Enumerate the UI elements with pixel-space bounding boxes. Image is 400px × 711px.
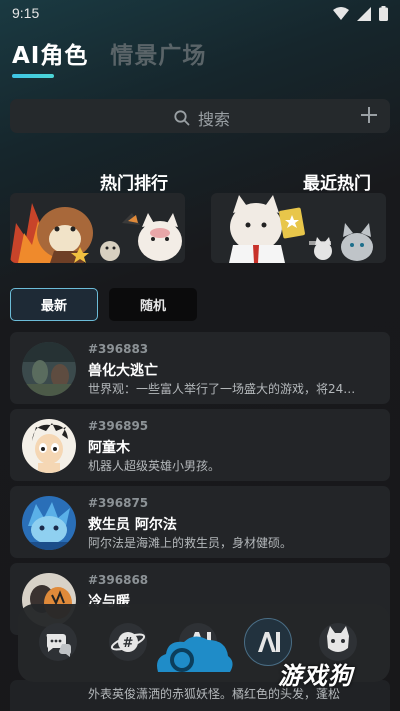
nav-topic-button[interactable]: # xyxy=(104,618,152,666)
search-icon xyxy=(174,110,190,126)
wifi-icon xyxy=(333,6,349,20)
recent-hot-title: 最近热门 xyxy=(303,174,371,194)
signal-icon xyxy=(357,6,371,21)
top-tabs: AI角色 情景广场 xyxy=(12,36,206,80)
chat-icon xyxy=(39,623,77,661)
tab-scene-square-label: 情景广场 xyxy=(110,43,207,69)
avatar-image xyxy=(22,419,76,473)
character-desc: 世界观：一些富人举行了一场盛大的游戏，将24… xyxy=(88,382,356,396)
tab-active-indicator xyxy=(12,74,54,78)
recent-hot-banner[interactable] xyxy=(211,193,386,263)
avatar-image xyxy=(22,496,76,550)
character-name: 救生员 阿尔法 xyxy=(88,517,177,533)
recent-hot-illustration xyxy=(211,193,386,263)
status-icons xyxy=(333,6,388,21)
character-name: 兽化大逃亡 xyxy=(88,363,158,379)
character-desc: 机器人超级英雄小男孩。 xyxy=(88,459,221,473)
character-id: #396895 xyxy=(88,419,149,433)
character-card[interactable]: #396895 阿童木 机器人超级英雄小男孩。 xyxy=(10,409,390,481)
character-card[interactable]: #396875 救生员 阿尔法 阿尔法是海滩上的救生员，身材健硕。 xyxy=(10,486,390,558)
character-id: #396875 xyxy=(88,496,149,510)
hashtag-planet-icon: # xyxy=(109,623,147,661)
hot-ranking-illustration xyxy=(10,193,185,263)
search-placeholder: 搜索 xyxy=(198,110,231,129)
svg-text:#: # xyxy=(123,636,134,651)
filter-row: 最新 随机 xyxy=(10,288,197,321)
character-name: 阿童木 xyxy=(88,440,130,456)
status-bar: 9:15 xyxy=(0,0,400,28)
hot-ranking-title: 热门排行 xyxy=(100,174,168,194)
battery-icon xyxy=(379,6,388,21)
avatar xyxy=(22,342,76,396)
ai-role-icon xyxy=(258,632,280,652)
filter-random-button[interactable]: 随机 xyxy=(109,288,197,321)
add-icon[interactable] xyxy=(358,104,380,126)
cloud-logo-icon xyxy=(157,636,233,672)
search-center: 搜索 xyxy=(174,106,230,130)
watermark-logo: 游戏狗 xyxy=(278,662,353,690)
filter-newest-button[interactable]: 最新 xyxy=(10,288,98,321)
tab-scene-square[interactable]: 情景广场 xyxy=(110,36,206,70)
search-bar[interactable]: 搜索 xyxy=(10,99,390,133)
hot-ranking-banner[interactable] xyxy=(10,193,185,263)
avatar xyxy=(22,496,76,550)
tab-ai-role[interactable]: AI角色 xyxy=(12,36,89,78)
character-card[interactable]: #396883 兽化大逃亡 世界观：一些富人举行了一场盛大的游戏，将24… xyxy=(10,332,390,404)
status-time: 9:15 xyxy=(12,5,40,21)
tab-ai-role-label: AI角色 xyxy=(12,43,89,69)
avatar xyxy=(22,419,76,473)
character-id: #396868 xyxy=(88,573,149,587)
avatar-image xyxy=(22,342,76,396)
character-id: #396883 xyxy=(88,342,149,356)
banner-section: 热门排行 最近热门 xyxy=(10,165,390,265)
nav-chat-button[interactable] xyxy=(34,618,82,666)
character-desc: 阿尔法是海滩上的救生员，身材健硕。 xyxy=(88,536,293,550)
